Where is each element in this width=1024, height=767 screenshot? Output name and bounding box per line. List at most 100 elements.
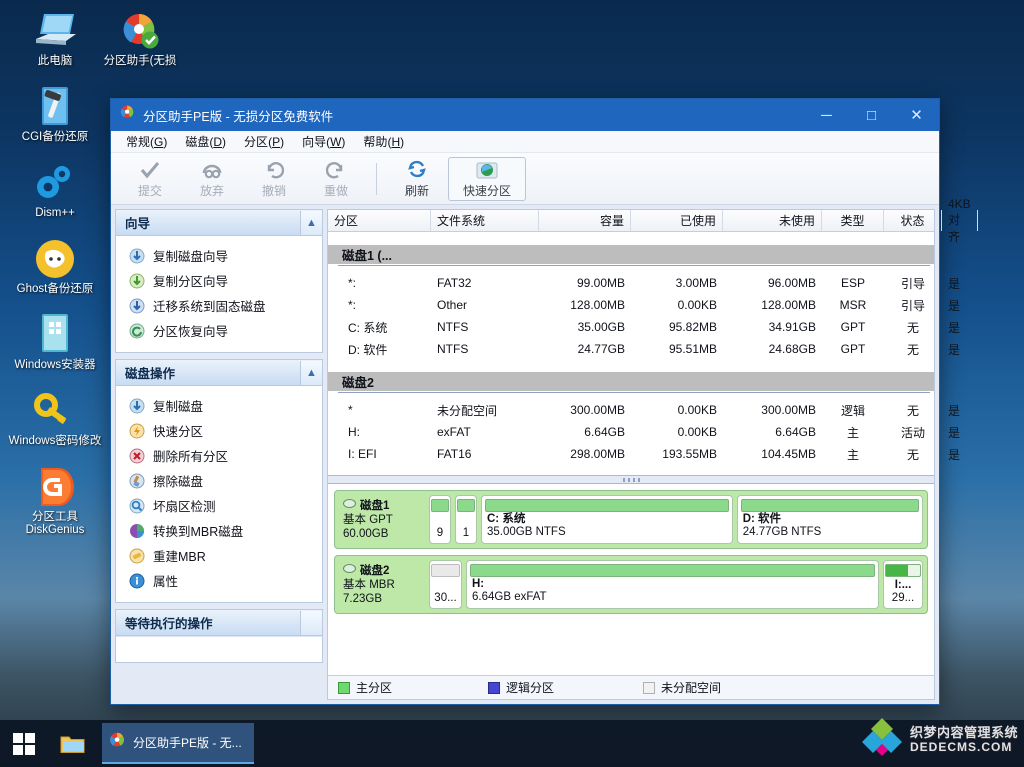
sidebar-item-convert-to-mbr[interactable]: 转换到MBR磁盘 [116, 518, 322, 543]
disk-map-partition[interactable]: 9 [429, 495, 451, 544]
dedecms-logo-icon [860, 716, 904, 763]
close-button[interactable]: ✕ [894, 99, 939, 131]
check-icon [140, 159, 160, 181]
menu-general[interactable]: 常规(G) [117, 131, 176, 152]
col-header-status[interactable]: 状态 [884, 210, 942, 231]
menu-disk[interactable]: 磁盘(D) [176, 131, 235, 152]
table-row[interactable]: H: exFAT 6.64GB 0.00KB 6.64GB 主 活动 是 [328, 421, 960, 443]
chevron-up-icon[interactable] [300, 610, 322, 635]
cell-4kb-align: 是 [948, 276, 961, 291]
disk-map-partition[interactable]: 1 [455, 495, 477, 544]
app-logo-icon [119, 104, 136, 126]
start-button[interactable] [0, 720, 48, 767]
pending-operations-panel-header[interactable]: 等待执行的操作 [116, 610, 322, 636]
sidebar-item-wipe-disk[interactable]: 擦除磁盘 [116, 468, 322, 493]
table-row[interactable]: C: 系统 NTFS 35.00GB 95.82MB 34.91GB GPT 无… [328, 316, 960, 338]
chevron-up-icon[interactable]: ▲ [300, 210, 322, 235]
sidebar-item-bad-sector-check[interactable]: 坏扇区检测 [116, 493, 322, 518]
sidebar-item-rebuild-mbr[interactable]: 重建MBR [116, 543, 322, 568]
desktop-icon-partition-assistant[interactable]: 分区助手(无损 [92, 6, 188, 68]
toolbar-redo-button[interactable]: 重做 [305, 156, 367, 202]
desktop-icon-this-pc[interactable]: 此电脑 [7, 6, 103, 68]
partition-usage-bar [740, 499, 919, 512]
disk-map-row[interactable]: 磁盘2 基本 MBR 7.23GB 30... H: 6.64GB exFAT … [334, 555, 928, 614]
menu-partition[interactable]: 分区(P) [235, 131, 293, 152]
cell-filesystem: NTFS [437, 342, 469, 356]
col-header-capacity[interactable]: 容量 [539, 210, 631, 231]
cell-4kb-align: 是 [948, 403, 961, 418]
cell-type: ESP [840, 276, 865, 290]
cell-capacity: 6.64GB [584, 425, 625, 439]
disk-map-partition[interactable]: H: 6.64GB exFAT [466, 560, 879, 609]
sidebar-item-quick-partition[interactable]: 快速分区 [116, 418, 322, 443]
desktop-icon-windows-installer[interactable]: Windows安装器 [7, 310, 103, 372]
cell-used: 0.00KB [677, 298, 717, 312]
toolbar-label: 快速分区 [462, 183, 511, 198]
cell-unused: 104.45MB [761, 447, 816, 461]
wizard-panel-header[interactable]: 向导 ▲ [116, 210, 322, 236]
sidebar-item-partition-recovery-wizard[interactable]: 分区恢复向导 [116, 318, 322, 343]
partition-usage-bar [485, 499, 729, 512]
toolbar-quick-partition-button[interactable]: 快速分区 [448, 156, 526, 201]
toolbar-label: 重做 [323, 183, 348, 198]
file-explorer-button[interactable] [48, 720, 98, 767]
disk-operations-panel-header[interactable]: 磁盘操作 ▲ [116, 360, 322, 386]
table-row[interactable]: D: 软件 NTFS 24.77GB 95.51MB 24.68GB GPT 无… [328, 338, 960, 360]
col-header-used[interactable]: 已使用 [631, 210, 723, 231]
menu-help[interactable]: 帮助(H) [354, 131, 413, 152]
window-titlebar[interactable]: 分区助手PE版 - 无损分区免费软件 ─ □ ✕ [111, 99, 939, 131]
splitter-handle[interactable] [328, 475, 934, 484]
sidebar-item-properties[interactable]: 属性 [116, 568, 322, 593]
cell-filesystem: FAT32 [437, 276, 472, 290]
sidebar-item-label: 重建MBR [153, 550, 206, 564]
toolbar-undo-button[interactable]: 撤销 [243, 156, 305, 202]
table-row[interactable]: *: FAT32 99.00MB 3.00MB 96.00MB ESP 引导 是 [328, 272, 960, 294]
partition-label: I:... [894, 579, 912, 591]
col-header-4kb-align[interactable]: 4KB对齐 [942, 197, 978, 244]
minimize-button[interactable]: ─ [804, 99, 849, 131]
toolbar-commit-button[interactable]: 提交 [119, 156, 181, 202]
sidebar-item-copy-disk[interactable]: 复制磁盘 [116, 393, 322, 418]
desktop-icon-diskgenius[interactable]: 分区工具DiskGenius [7, 462, 103, 537]
discard-icon [201, 159, 223, 181]
disk-map-partition[interactable]: 30... [429, 560, 462, 609]
desktop-icon-windows-password[interactable]: Windows密码修改 [7, 386, 103, 448]
partition-detail: 29... [891, 592, 915, 604]
desktop-icon-dism[interactable]: Dism++ [7, 158, 103, 220]
redo-icon [326, 159, 346, 181]
chevron-up-icon[interactable]: ▲ [300, 360, 322, 385]
taskbar-app-button[interactable]: 分区助手PE版 - 无... [102, 723, 254, 764]
sidebar-item-copy-partition-wizard[interactable]: 复制分区向导 [116, 268, 322, 293]
cell-capacity: 300.00MB [570, 403, 625, 417]
menu-wizard[interactable]: 向导(W) [293, 131, 354, 152]
maximize-button[interactable]: □ [849, 99, 894, 131]
toolbar-discard-button[interactable]: 放弃 [181, 156, 243, 202]
desktop-icon-cgi-backup[interactable]: CGI备份还原 [7, 82, 103, 144]
disk-map-partition[interactable]: I:... 29... [883, 560, 923, 609]
sidebar-item-migrate-os[interactable]: 迁移系统到固态磁盘 [116, 293, 322, 318]
cell-status: 无 [906, 403, 919, 418]
cell-type: GPT [840, 320, 866, 334]
col-header-type[interactable]: 类型 [822, 210, 884, 231]
col-header-unused[interactable]: 未使用 [723, 210, 822, 231]
disk-map-partition[interactable]: C: 系统 35.00GB NTFS [481, 495, 733, 544]
gap [328, 465, 934, 475]
table-row[interactable]: *: Other 128.00MB 0.00KB 128.00MB MSR 引导… [328, 294, 960, 316]
legend: 主分区 逻辑分区 未分配空间 [328, 675, 934, 699]
toolbar-refresh-button[interactable]: 刷新 [386, 156, 448, 202]
disk-map-partition[interactable]: D: 软件 24.77GB NTFS [736, 495, 923, 544]
disk-map: 磁盘1 基本 GPT 60.00GB 9 1 C: 系统 35.00GB NTF… [328, 484, 934, 675]
sidebar-item-copy-disk-wizard[interactable]: 复制磁盘向导 [116, 243, 322, 268]
table-row[interactable]: * 未分配空间 300.00MB 0.00KB 300.00MB 逻辑 无 是 [328, 399, 960, 421]
desktop-icon-ghost-backup[interactable]: Ghost备份还原 [7, 234, 103, 296]
cell-capacity: 99.00MB [576, 276, 625, 290]
pending-operations-list[interactable] [116, 636, 322, 662]
wizard-panel-body: 复制磁盘向导 复制分区向导 迁移系统到固态磁盘 分区恢复向导 [116, 236, 322, 352]
table-group-header[interactable]: 磁盘2 [328, 372, 934, 392]
table-group-header[interactable]: 磁盘1 (... [328, 245, 934, 265]
col-header-filesystem[interactable]: 文件系统 [431, 210, 539, 231]
table-row[interactable]: I: EFI FAT16 298.00MB 193.55MB 104.45MB … [328, 443, 960, 465]
col-header-partition[interactable]: 分区 [328, 210, 431, 231]
disk-map-row[interactable]: 磁盘1 基本 GPT 60.00GB 9 1 C: 系统 35.00GB NTF… [334, 490, 928, 549]
sidebar-item-delete-all-partitions[interactable]: 删除所有分区 [116, 443, 322, 468]
